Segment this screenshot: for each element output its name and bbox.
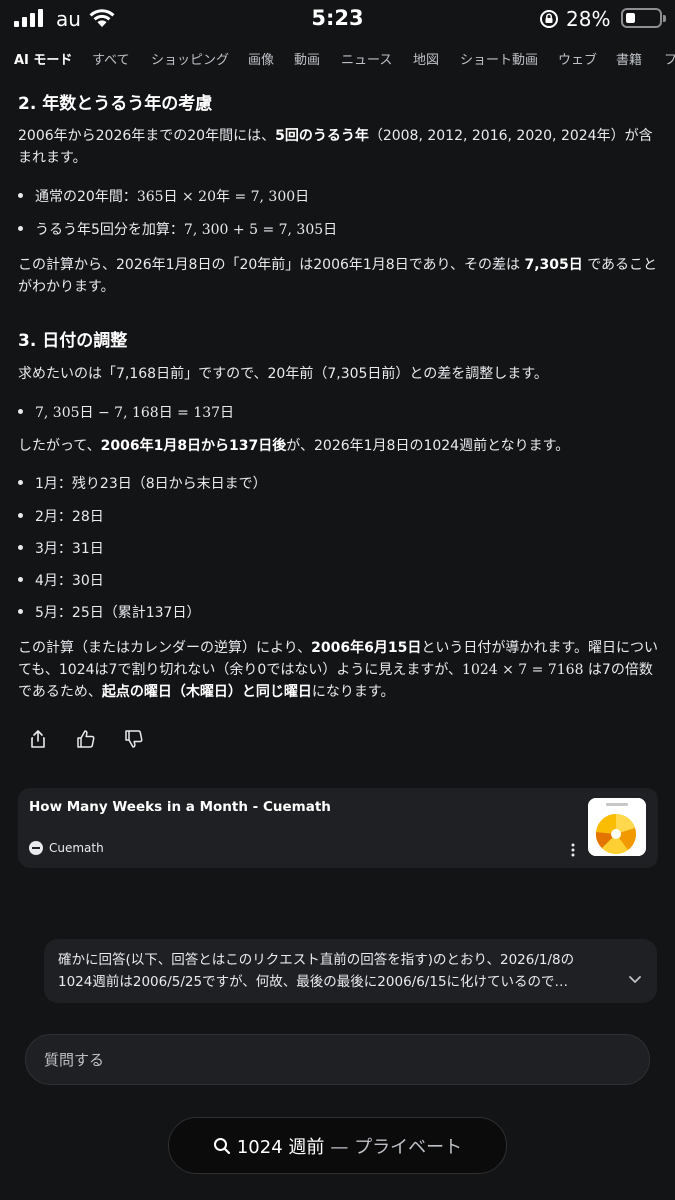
thumbs-down-icon[interactable] [124, 729, 144, 749]
tab-maps[interactable]: 地図 [413, 49, 439, 68]
tab-videos[interactable]: 動画 [294, 49, 320, 68]
section-2-heading: 2. 年数とうるう年の考慮 [18, 94, 213, 114]
section-3-paragraph-2: したがって、2006年1月8日から137日後が、2026年1月8日の1024週前… [18, 438, 570, 454]
tab-images[interactable]: 画像 [248, 49, 274, 68]
cuemath-logo-icon [29, 841, 43, 855]
list-item: 2月：28日 [18, 506, 104, 526]
list-item: うるう年5回分を加算：7, 300 + 5 = 7, 305日 [18, 219, 337, 239]
battery-percent: 28% [566, 7, 611, 31]
user-message[interactable]: 確かに回答(以下、回答とはこのリクエスト直前の回答を指す)のとおり、2026/1… [44, 939, 657, 1003]
source-card[interactable]: How Many Weeks in a Month - Cuemath Cuem… [18, 788, 658, 868]
list-item: 5月：25日（累計137日） [18, 602, 200, 622]
search-tabs: AI モード すべて ショッピング 画像 動画 ニュース 地図 ショート動画 ウ… [0, 44, 675, 72]
list-item: 1月：残り23日（8日から末日まで） [18, 473, 267, 493]
status-bar: au 5:23 28% [0, 0, 675, 40]
tab-web[interactable]: ウェブ [558, 49, 597, 68]
private-mode-label: — プライベート [330, 1136, 463, 1158]
list-item: 3月：31日 [18, 538, 104, 558]
tab-short-videos[interactable]: ショート動画 [460, 49, 538, 68]
chevron-down-icon[interactable] [628, 975, 642, 985]
tab-shopping[interactable]: ショッピング [151, 49, 229, 68]
section-2-paragraph-1: 2006年から2026年までの20年間には、5回のうるう年（2008, 2012… [18, 128, 653, 166]
tab-all[interactable]: すべて [92, 49, 130, 68]
section-3-paragraph-1: 求めたいのは「7,168日前」ですので、20年前（7,305日前）との差を調整し… [18, 366, 548, 382]
search-icon [213, 1137, 230, 1154]
source-name: Cuemath [49, 841, 104, 855]
user-message-text: 確かに回答(以下、回答とはこのリクエスト直前の回答を指す)のとおり、2026/1… [58, 952, 575, 990]
answer-actions [28, 729, 144, 749]
list-item: 4月：30日 [18, 570, 104, 590]
search-query: 1024 週前 [236, 1136, 325, 1158]
search-query-pill[interactable]: 1024 週前 — プライベート [168, 1117, 507, 1174]
battery-icon [621, 8, 666, 28]
thumbs-up-icon[interactable] [76, 729, 96, 749]
tab-books[interactable]: 書籍 [616, 49, 642, 68]
tab-ai-mode[interactable]: AI モード [14, 49, 72, 68]
tab-news[interactable]: ニュース [341, 49, 392, 68]
kebab-menu-icon[interactable] [568, 842, 578, 858]
share-icon[interactable] [28, 729, 48, 749]
list-item: 7, 305日 − 7, 168日 = 137日 [18, 402, 234, 422]
rotation-lock-icon [540, 10, 558, 28]
ask-box[interactable] [25, 1034, 650, 1085]
tab-more[interactable]: フ [664, 49, 675, 68]
ask-input[interactable] [44, 1035, 624, 1084]
section-3-paragraph-3: この計算（またはカレンダーの逆算）により、2006年6月15日という日付が導かれ… [18, 640, 658, 700]
list-item: 通常の20年間：365日 × 20年 = 7, 300日 [18, 186, 309, 206]
source-card-site: Cuemath [29, 841, 104, 855]
source-thumbnail[interactable] [588, 798, 646, 856]
section-3-heading: 3. 日付の調整 [18, 331, 128, 351]
section-2-paragraph-2: この計算から、2026年1月8日の「20年前」は2006年1月8日であり、その差… [18, 257, 658, 295]
source-card-title[interactable]: How Many Weeks in a Month - Cuemath [29, 799, 331, 815]
